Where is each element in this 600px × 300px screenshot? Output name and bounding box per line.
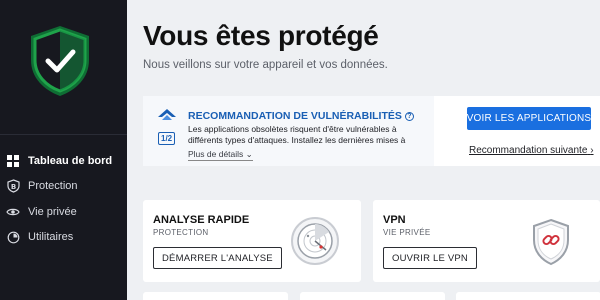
vpn-card: VPN VIE PRIVÉE OUVRIR LE VPN [373, 200, 600, 282]
main-content: Vous êtes protégé Nous veillons sur votr… [127, 0, 600, 300]
open-vpn-button[interactable]: OUVRIR LE VPN [383, 247, 477, 269]
card-partial [143, 292, 288, 300]
vpn-subtitle: VIE PRIVÉE [383, 228, 431, 237]
chevron-down-icon: ⌄ [245, 149, 253, 159]
next-recommendation-label: Recommandation suivante [469, 145, 588, 156]
page-subtitle: Nous veillons sur votre appareil et vos … [143, 59, 388, 71]
sidebar-item-label: Utilitaires [28, 231, 74, 244]
card-partial [456, 292, 600, 300]
svg-text:B: B [10, 183, 15, 191]
start-scan-button[interactable]: DÉMARRER L'ANALYSE [153, 247, 282, 269]
vpn-shield-icon [531, 218, 571, 271]
next-recommendation-link[interactable]: Recommandation suivante › [469, 145, 594, 156]
sidebar-item-protection[interactable]: B Protection [0, 174, 127, 200]
sidebar-item-dashboard[interactable]: Tableau de bord [0, 148, 127, 174]
page-title: Vous êtes protégé [143, 20, 379, 51]
quick-scan-card: ANALYSE RAPIDE PROTECTION DÉMARRER L'ANA… [143, 200, 361, 282]
quick-scan-title: ANALYSE RAPIDE [153, 214, 250, 226]
recommendation-text: Les applications obsolètes risquent d'êt… [188, 124, 406, 145]
dashboard-icon [6, 154, 20, 168]
card-partial [300, 292, 445, 300]
recommendation-panel: 1/2 RECOMMANDATION DE VULNÉRABILITÉS? Le… [143, 96, 600, 166]
more-details-label: Plus de détails [188, 149, 244, 159]
help-icon[interactable]: ? [404, 112, 414, 121]
vpn-title: VPN [383, 214, 406, 226]
chevron-right-icon: › [590, 145, 594, 156]
recommendation-actions: VOIR LES APPLICATIONS Recommandation sui… [434, 96, 600, 166]
sidebar-item-label: Protection [28, 180, 78, 193]
recommendation-counter: 1/2 [158, 132, 176, 145]
recommendation-title-text: RECOMMANDATION DE VULNÉRABILITÉS [188, 110, 402, 122]
sidebar-divider [0, 134, 127, 135]
sidebar-item-utilities[interactable]: Utilitaires [0, 225, 127, 251]
sidebar-nav: Tableau de bord B Protection Vie privée … [0, 148, 127, 250]
eye-icon [6, 205, 20, 219]
view-applications-button[interactable]: VOIR LES APPLICATIONS [467, 107, 591, 130]
radar-scan-icon [290, 216, 340, 271]
sidebar-item-label: Tableau de bord [28, 154, 113, 167]
quick-scan-subtitle: PROTECTION [153, 228, 209, 237]
recommendation-info: 1/2 RECOMMANDATION DE VULNÉRABILITÉS? Le… [143, 96, 434, 166]
more-details-link[interactable]: Plus de détails ⌄ [188, 149, 253, 161]
recommendation-title: RECOMMANDATION DE VULNÉRABILITÉS? [188, 110, 414, 122]
sidebar-item-label: Vie privée [28, 205, 77, 218]
utilities-icon [6, 230, 20, 244]
sidebar: Tableau de bord B Protection Vie privée … [0, 0, 127, 300]
protection-b-icon: B [6, 179, 20, 193]
shield-check-icon [28, 24, 92, 98]
sidebar-item-privacy[interactable]: Vie privée [0, 199, 127, 225]
